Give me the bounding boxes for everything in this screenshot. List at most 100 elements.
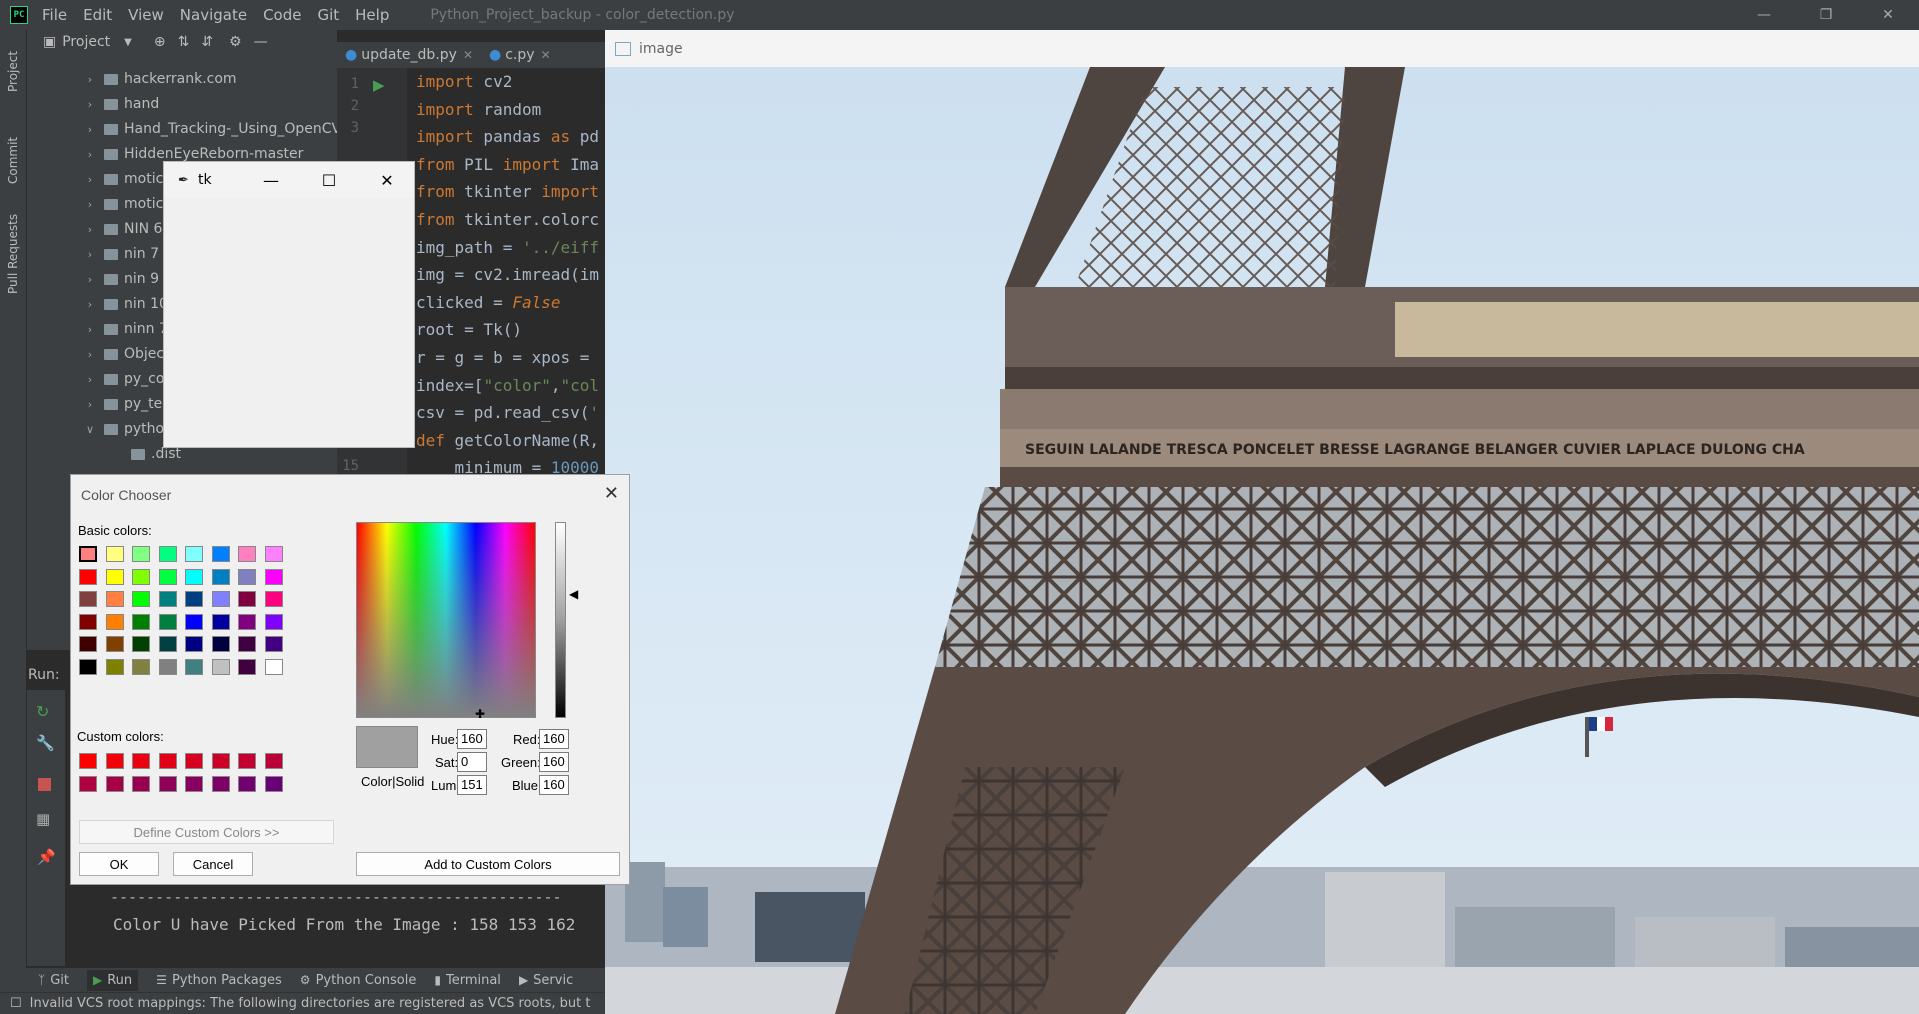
tree-item[interactable]: › py_co bbox=[82, 369, 165, 389]
chevron-down-icon[interactable]: ∨ bbox=[82, 423, 98, 436]
basic-color-swatch[interactable] bbox=[238, 591, 256, 607]
basic-color-swatch[interactable] bbox=[132, 568, 150, 585]
chevron-right-icon[interactable]: › bbox=[82, 148, 98, 161]
chevron-down-icon[interactable]: ▼ bbox=[124, 37, 132, 48]
menu-edit[interactable]: Edit bbox=[83, 6, 112, 24]
locate-icon[interactable]: ⊕ bbox=[154, 34, 166, 50]
basic-color-swatch[interactable] bbox=[158, 636, 177, 652]
basic-color-swatch[interactable] bbox=[158, 613, 177, 630]
project-header-label[interactable]: Project bbox=[62, 34, 110, 50]
checkbox-icon[interactable]: ☐ bbox=[10, 996, 22, 1011]
tab-commit[interactable]: Commit bbox=[2, 130, 24, 190]
close-tab-icon[interactable]: ✕ bbox=[463, 48, 473, 62]
expand-all-icon[interactable]: ⇅ bbox=[178, 34, 190, 50]
tool-git[interactable]: ᛉ Git bbox=[38, 973, 69, 988]
tree-item[interactable]: › nin 10 bbox=[82, 294, 168, 314]
tree-item[interactable]: › nin 9 bbox=[82, 269, 159, 289]
custom-color-swatch[interactable] bbox=[264, 753, 283, 769]
define-custom-colors-button[interactable]: Define Custom Colors >> bbox=[79, 820, 334, 844]
chevron-right-icon[interactable]: › bbox=[82, 248, 98, 261]
basic-color-swatch[interactable] bbox=[132, 613, 150, 630]
pin-icon[interactable]: 📌 bbox=[37, 848, 56, 866]
basic-color-swatch[interactable] bbox=[185, 591, 203, 607]
custom-color-swatch[interactable] bbox=[238, 776, 256, 792]
status-text[interactable]: Invalid VCS root mappings: The following… bbox=[30, 996, 591, 1011]
tab-update-db[interactable]: ● update_db.py ✕ bbox=[337, 42, 481, 68]
tool-terminal[interactable]: ▮ Terminal bbox=[434, 973, 501, 988]
basic-color-swatch[interactable] bbox=[211, 568, 230, 585]
green-field[interactable]: 160 bbox=[539, 752, 569, 772]
chevron-right-icon[interactable]: › bbox=[82, 73, 98, 86]
basic-color-swatch[interactable] bbox=[185, 636, 203, 652]
tool-python-console[interactable]: ⚙ Python Console bbox=[300, 973, 417, 988]
add-to-custom-colors-button[interactable]: Add to Custom Colors bbox=[356, 852, 620, 876]
tree-item[interactable]: › NIN 6 bbox=[82, 219, 163, 239]
basic-color-swatch[interactable] bbox=[185, 568, 203, 585]
basic-color-swatch[interactable] bbox=[105, 546, 124, 562]
basic-color-swatch[interactable] bbox=[105, 636, 124, 652]
layout-icon[interactable]: ▦ bbox=[36, 810, 50, 828]
basic-color-swatch[interactable] bbox=[79, 568, 97, 585]
basic-color-swatch[interactable] bbox=[132, 591, 150, 607]
basic-color-swatch[interactable] bbox=[238, 658, 256, 675]
tab-project[interactable]: Project bbox=[2, 40, 24, 102]
eiffel-tower-photo[interactable]: SEGUIN LALANDE TRESCA PONCELET BRESSE LA… bbox=[605, 67, 1919, 1014]
tree-item[interactable]: › py_te bbox=[82, 394, 162, 414]
basic-color-swatch[interactable] bbox=[79, 546, 97, 562]
chevron-right-icon[interactable]: › bbox=[82, 373, 98, 386]
menu-code[interactable]: Code bbox=[263, 6, 301, 24]
basic-color-swatch[interactable] bbox=[264, 591, 283, 607]
close-icon[interactable]: ✕ bbox=[1857, 0, 1919, 30]
chevron-right-icon[interactable]: › bbox=[82, 273, 98, 286]
tree-item[interactable]: › motic bbox=[82, 194, 163, 214]
basic-color-swatch[interactable] bbox=[211, 636, 230, 652]
tree-item[interactable]: ∨ pytho bbox=[82, 419, 164, 439]
basic-color-swatch[interactable] bbox=[132, 546, 150, 562]
chevron-right-icon[interactable]: › bbox=[82, 98, 98, 111]
blue-field[interactable]: 160 bbox=[539, 775, 569, 795]
custom-color-swatch[interactable] bbox=[158, 776, 177, 792]
luminance-slider[interactable] bbox=[555, 522, 566, 718]
custom-color-swatch[interactable] bbox=[105, 776, 124, 792]
basic-color-swatch[interactable] bbox=[132, 636, 150, 652]
basic-color-swatch[interactable] bbox=[79, 591, 97, 607]
basic-color-swatch[interactable] bbox=[105, 658, 124, 675]
lum-field[interactable]: 151 bbox=[457, 775, 487, 795]
close-icon[interactable]: ✕ bbox=[358, 162, 416, 198]
custom-color-swatch[interactable] bbox=[211, 776, 230, 792]
menu-help[interactable]: Help bbox=[355, 6, 389, 24]
close-tab-icon[interactable]: ✕ bbox=[541, 48, 551, 62]
basic-color-swatch[interactable] bbox=[185, 658, 203, 675]
tree-item[interactable]: › hackerrank.com bbox=[82, 69, 237, 89]
basic-color-swatch[interactable] bbox=[79, 658, 97, 675]
basic-color-swatch[interactable] bbox=[105, 613, 124, 630]
chevron-right-icon[interactable]: › bbox=[82, 198, 98, 211]
basic-color-swatch[interactable] bbox=[158, 591, 177, 607]
sat-field[interactable]: 0 bbox=[457, 752, 487, 772]
chevron-right-icon[interactable]: › bbox=[82, 123, 98, 136]
hue-field[interactable]: 160 bbox=[457, 729, 487, 749]
custom-color-swatch[interactable] bbox=[185, 753, 203, 769]
basic-color-swatch[interactable] bbox=[238, 546, 256, 562]
basic-color-swatch[interactable] bbox=[264, 613, 283, 630]
basic-color-swatch[interactable] bbox=[238, 613, 256, 630]
basic-color-swatch[interactable] bbox=[264, 546, 283, 562]
tree-item[interactable]: › Objec bbox=[82, 344, 164, 364]
tool-services[interactable]: ▶ Servic bbox=[519, 973, 573, 988]
tree-item[interactable]: › nin 7 bbox=[82, 244, 159, 264]
tab-pull-requests[interactable]: Pull Requests bbox=[2, 208, 24, 300]
basic-color-swatch[interactable] bbox=[264, 568, 283, 585]
minimize-icon[interactable]: — bbox=[242, 162, 300, 198]
custom-color-swatch[interactable] bbox=[238, 753, 256, 769]
tool-python-packages[interactable]: ☰ Python Packages bbox=[156, 973, 282, 988]
basic-color-swatch[interactable] bbox=[79, 636, 97, 652]
custom-color-swatch[interactable] bbox=[105, 753, 124, 769]
hide-icon[interactable]: — bbox=[254, 34, 268, 50]
custom-color-swatch[interactable] bbox=[132, 776, 150, 792]
tree-item[interactable]: › ninn 7 bbox=[82, 319, 168, 339]
basic-color-swatch[interactable] bbox=[132, 658, 150, 675]
maximize-icon[interactable]: ☐ bbox=[300, 162, 358, 198]
menu-git[interactable]: Git bbox=[317, 6, 339, 24]
chevron-right-icon[interactable]: › bbox=[82, 398, 98, 411]
basic-color-swatch[interactable] bbox=[211, 591, 230, 607]
